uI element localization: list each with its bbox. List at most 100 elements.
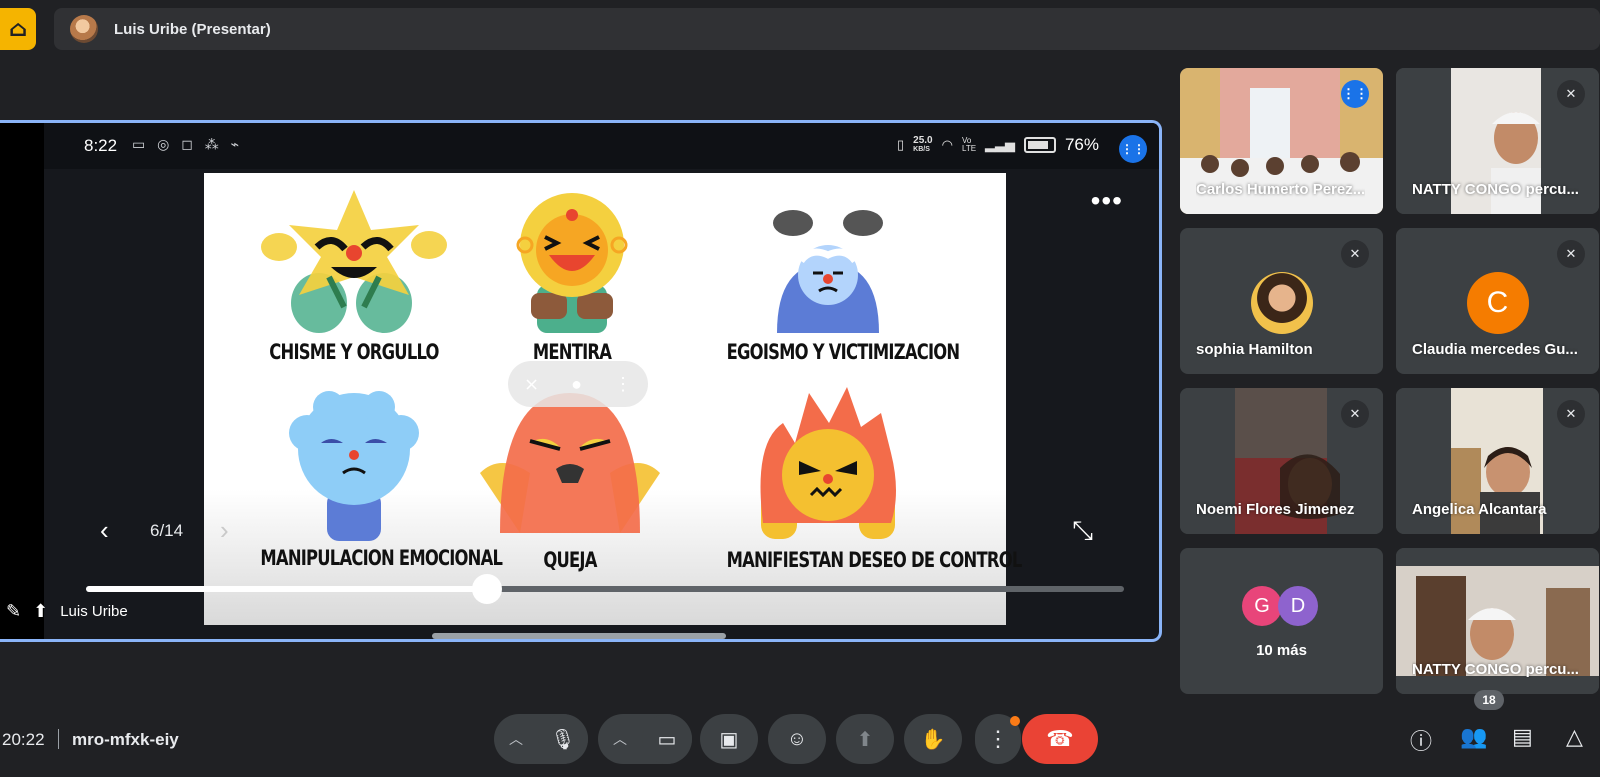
mic-off-icon: ✕ xyxy=(1341,240,1369,268)
mic-off-icon: ✕ xyxy=(1341,400,1369,428)
participant-tile[interactable]: ✕ Noemi Flores Jimenez xyxy=(1180,388,1383,534)
slide-progress-track[interactable] xyxy=(86,574,1124,604)
building-logo-icon[interactable]: ⌂ xyxy=(0,8,36,50)
phone-status-bar: 8:22 ▭ ◎ ◻ ⁂ ⌁ ▯ 25.0 KB/S ◠ Vo LTE ▂▃▅ … xyxy=(44,123,1159,169)
presenter-title: Luis Uribe (Presentar) xyxy=(114,20,271,38)
participant-tile[interactable]: ✕ NATTY CONGO percu... xyxy=(1396,68,1599,214)
net-speed: 25.0 xyxy=(913,135,933,146)
emotion-label: EGOISMO Y VICTIMIZACION xyxy=(726,340,961,364)
black-strip xyxy=(0,123,44,639)
speaking-indicator-icon: ⋮⋮ xyxy=(1119,135,1147,163)
participant-name: sophia Hamilton xyxy=(1196,341,1313,358)
participant-name: Noemi Flores Jimenez xyxy=(1196,501,1355,518)
more-options-icon[interactable]: ⋮ xyxy=(614,374,632,395)
participant-tile[interactable]: NATTY CONGO percu... xyxy=(1396,548,1599,694)
participant-tile[interactable]: ✕ sophia Hamilton xyxy=(1180,228,1383,374)
microphone-icon[interactable]: 🎙 xyxy=(538,714,588,764)
slide-counter: 6/14 xyxy=(150,521,184,540)
emotion-label: CHISME Y ORGULLO xyxy=(269,340,439,364)
participant-initial-avatar: D xyxy=(1278,586,1318,626)
shared-screen-stage[interactable]: 8:22 ▭ ◎ ◻ ⁂ ⌁ ▯ 25.0 KB/S ◠ Vo LTE ▂▃▅ … xyxy=(0,120,1162,642)
fire-character-icon xyxy=(760,387,896,539)
participant-name: Carlos Humerto Perez... xyxy=(1196,181,1366,198)
wifi-icon: ◠ xyxy=(941,137,953,152)
more-options-icon[interactable]: ••• xyxy=(1091,185,1123,217)
participant-tile[interactable]: ⋮⋮ Carlos Humerto Perez... xyxy=(1180,68,1383,214)
present-screen-icon: ⬆ xyxy=(33,601,49,621)
participant-initial-avatar: C xyxy=(1466,272,1529,334)
slide-progress-fill xyxy=(86,586,487,592)
meeting-time: 20:22 xyxy=(2,730,45,749)
status-time: 8:22 xyxy=(84,136,118,155)
more-participants-tile[interactable]: G D 10 más xyxy=(1180,548,1383,694)
people-count-badge: 18 xyxy=(1474,690,1504,710)
chevron-up-icon[interactable]: ︿ xyxy=(494,729,538,749)
presenter-avatar xyxy=(70,15,98,43)
emotion-label: MANIPULACION EMOCIONAL xyxy=(260,546,503,570)
emotion-label: QUEJA xyxy=(543,548,597,572)
speaking-indicator-icon: ⋮⋮ xyxy=(1341,80,1369,108)
participant-name: Claudia mercedes Gu... xyxy=(1412,341,1578,358)
emotion-control: MANIFIESTAN DESEO DE CONTROL xyxy=(698,383,1023,572)
unpin-icon[interactable]: ⨯ xyxy=(524,374,539,395)
emotion-manipulacion: MANIPULACION EMOCIONAL xyxy=(234,383,503,570)
participant-photo xyxy=(1250,272,1313,334)
battery-percent: 76% xyxy=(1064,135,1099,154)
battery-icon xyxy=(1023,137,1056,153)
emotion-queja: QUEJA xyxy=(470,383,670,572)
pin-icon[interactable]: ✎ xyxy=(6,601,21,622)
presenter-name-label: Luis Uribe xyxy=(60,603,128,620)
fluffy-character-icon xyxy=(289,391,419,541)
meeting-code: mro-mfxk-eiy xyxy=(72,730,179,749)
cloud-character-icon xyxy=(773,210,883,333)
emoji-icon[interactable]: ☺ xyxy=(768,714,826,764)
network-label: Vo LTE xyxy=(961,136,977,153)
notification-icons: ▭ ◎ ◻ ⁂ ⌁ xyxy=(132,136,244,152)
people-icon[interactable]: 👥 xyxy=(1460,724,1487,750)
star-character-icon xyxy=(261,190,447,333)
participant-tile[interactable]: ✕ Angelica Alcantara xyxy=(1396,388,1599,534)
emotion-chisme: CHISME Y ORGULLO xyxy=(234,185,474,364)
camera-icon[interactable]: ▭ xyxy=(642,714,692,764)
blob-character-icon xyxy=(480,393,660,533)
top-bar: ⌂ Luis Uribe (Presentar) xyxy=(0,0,1600,60)
presenter-bar[interactable]: Luis Uribe (Presentar) xyxy=(54,8,1600,50)
collapse-icon[interactable]: ⤡ xyxy=(1072,515,1093,547)
emotion-egoismo: EGOISMO Y VICTIMIZACION xyxy=(698,185,961,364)
emotion-mentira: MENTIRA xyxy=(452,185,692,364)
emotion-label: MANIFIESTAN DESEO DE CONTROL xyxy=(726,548,1023,572)
chevron-up-icon[interactable]: ︿ xyxy=(598,729,642,749)
camera-control-group: ︿ ▭ xyxy=(598,714,692,764)
present-screen-icon[interactable]: ⬆ xyxy=(836,714,894,764)
signal-icon: ▂▃▅ xyxy=(984,137,1015,152)
mic-control-group: ︿ 🎙 xyxy=(494,714,588,764)
home-indicator xyxy=(432,633,726,639)
chat-icon[interactable]: ▤ xyxy=(1512,724,1533,750)
mic-off-icon: ✕ xyxy=(1557,240,1585,268)
participant-name: NATTY CONGO percu... xyxy=(1412,181,1579,198)
raise-hand-icon[interactable]: ✋ xyxy=(904,714,962,764)
participant-initial-avatar: G xyxy=(1242,586,1282,626)
stage-footer: ✎ ⬆ Luis Uribe xyxy=(6,601,128,622)
mic-icon[interactable]: ● xyxy=(571,374,582,395)
end-call-button[interactable]: ☎ xyxy=(1022,714,1098,764)
info-icon[interactable]: ⓘ xyxy=(1410,724,1432,756)
net-unit: KB/S xyxy=(913,146,930,153)
notification-dot xyxy=(1010,716,1020,726)
mic-off-icon: ✕ xyxy=(1557,80,1585,108)
divider xyxy=(58,729,59,749)
bottom-control-bar: 20:22 mro-mfxk-eiy ︿ 🎙 ︿ ▭ ▣ ☺ ⬆ ✋ ⋮ ☎ ⓘ… xyxy=(0,690,1600,777)
next-slide-chevron-icon[interactable]: › xyxy=(220,515,229,546)
captions-icon[interactable]: ▣ xyxy=(700,714,758,764)
more-participants-label: 10 más xyxy=(1256,642,1307,659)
mic-off-icon: ✕ xyxy=(1557,400,1585,428)
tile-hover-controls: ⨯ ● ⋮ xyxy=(508,361,648,407)
participant-tile[interactable]: C ✕ Claudia mercedes Gu... xyxy=(1396,228,1599,374)
previous-slide-chevron-icon[interactable]: ‹ xyxy=(100,515,109,546)
sun-character-icon xyxy=(516,193,628,333)
activities-icon[interactable]: △ xyxy=(1566,724,1583,750)
participant-name: Angelica Alcantara xyxy=(1412,501,1547,518)
vibrate-icon: ▯ xyxy=(897,137,905,152)
slide-progress-thumb[interactable] xyxy=(471,574,502,604)
participant-name: NATTY CONGO percu... xyxy=(1412,661,1579,678)
